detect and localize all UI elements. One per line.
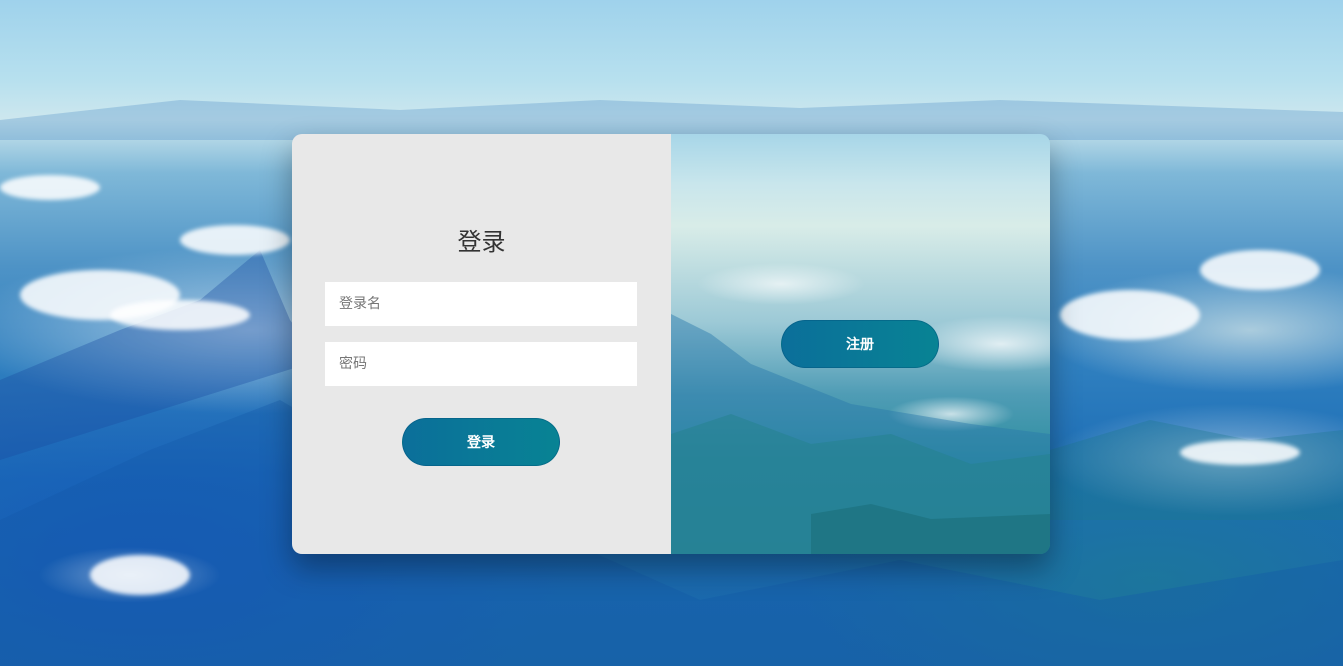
username-input[interactable] (325, 282, 637, 326)
cloud (1060, 290, 1200, 340)
login-button[interactable]: 登录 (402, 418, 560, 466)
cloud (90, 555, 190, 595)
cloud (180, 225, 290, 255)
password-input[interactable] (325, 342, 637, 386)
register-button[interactable]: 注册 (781, 320, 939, 368)
auth-card: 登录 登录 注册 (292, 134, 1050, 554)
cloud (0, 175, 100, 200)
cloud (1180, 440, 1300, 465)
login-panel: 登录 登录 (292, 134, 671, 554)
cloud (1200, 250, 1320, 290)
register-panel: 注册 (671, 134, 1050, 554)
login-title: 登录 (457, 228, 506, 256)
cloud (110, 300, 250, 330)
